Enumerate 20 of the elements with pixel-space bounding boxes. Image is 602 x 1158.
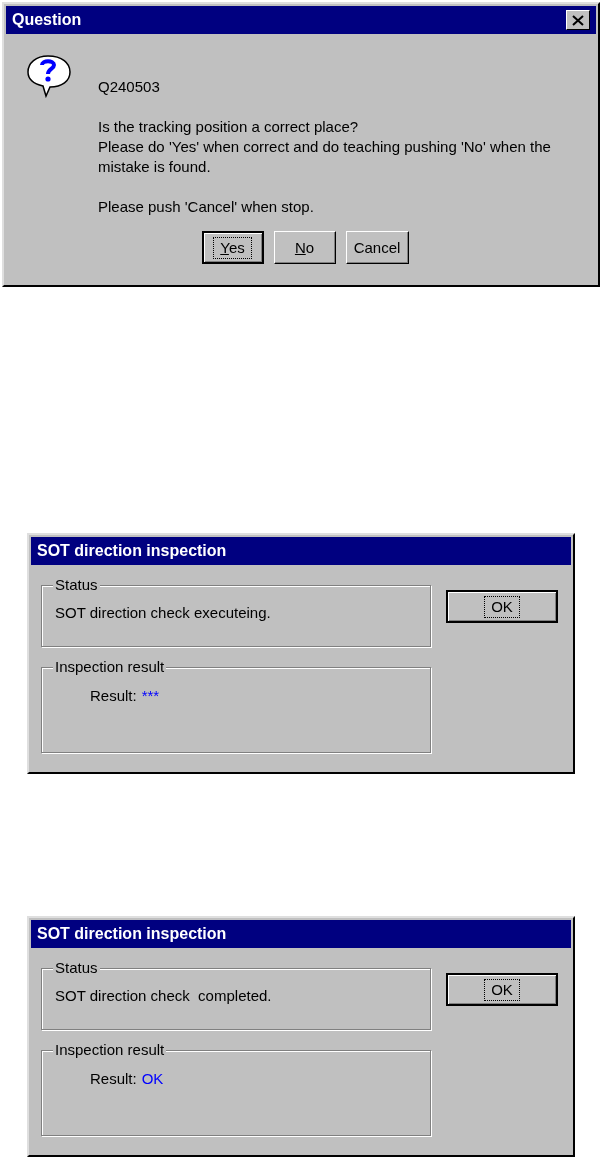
window-title: SOT direction inspection [37,924,227,944]
message-text: Please push 'Cancel' when stop. [98,197,315,217]
window-title: Question [12,10,82,30]
message-code: Q240503 [98,77,161,97]
close-button[interactable] [566,10,590,30]
status-text: SOT direction check executeing. [55,603,271,623]
result-label: Result: [90,686,137,706]
result-value: OK [141,1069,164,1089]
result-label: Result: [90,1069,137,1089]
message-text: Is the tracking position a correct place? [98,117,360,137]
dialog-button[interactable]: No [273,231,336,264]
close-icon [572,14,584,26]
dialog-button[interactable]: OK [446,590,558,623]
result-value: *** [141,686,160,706]
status-text: SOT direction check completed. [55,986,272,1006]
dialog-button[interactable]: OK [446,973,558,1006]
message-text: Please do 'Yes' when correct and do teaching pushing 'No' when the mistake is found. [98,137,552,177]
dialog-button[interactable]: Cancel [345,231,409,264]
window-title: SOT direction inspection [37,541,227,561]
dialog-button[interactable]: Yes [201,231,264,264]
